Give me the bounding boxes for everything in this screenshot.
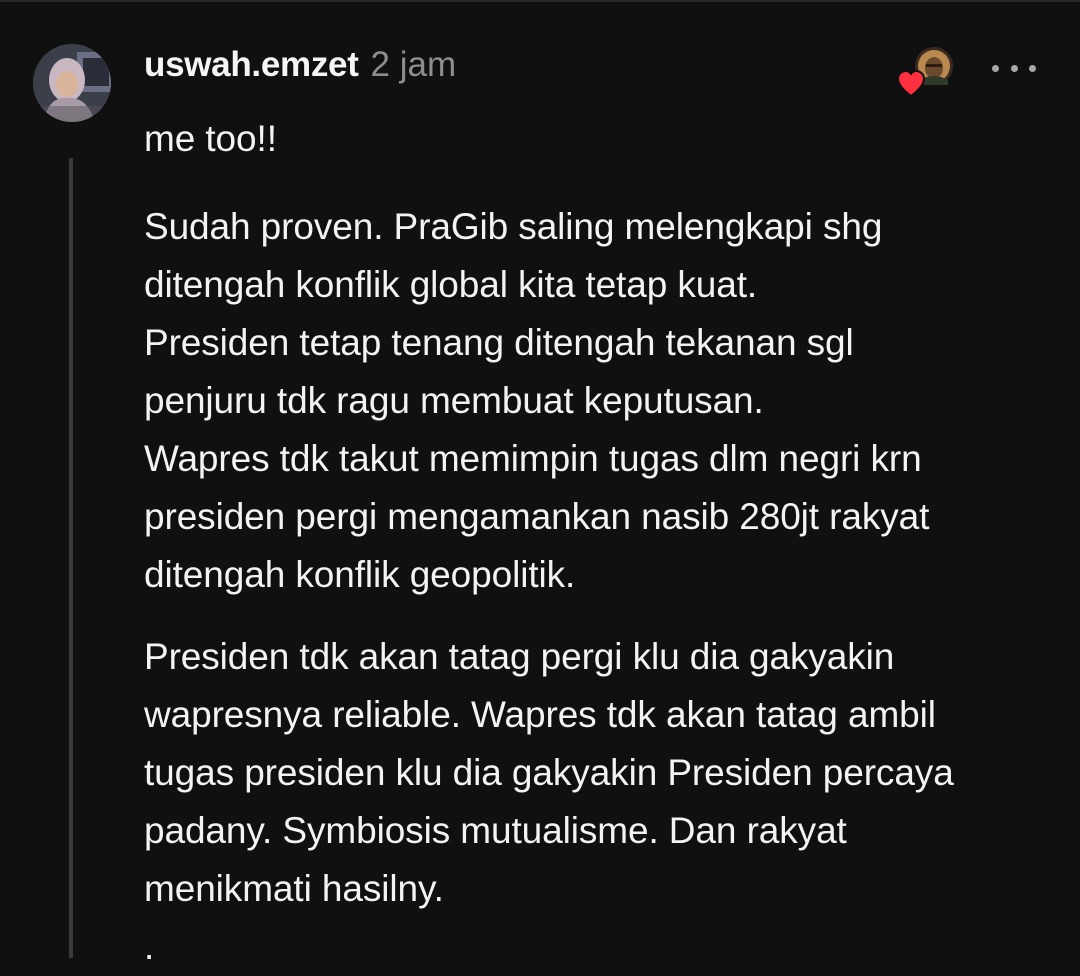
more-options-button[interactable] xyxy=(992,50,1036,86)
heart-icon xyxy=(896,70,926,98)
more-options-icon-dot xyxy=(992,64,999,72)
liked-by-author[interactable] xyxy=(896,44,956,100)
comment-line: presiden pergi mengamankan nasib 280jt r… xyxy=(144,496,930,537)
comment-header: uswah.emzet 2 jam xyxy=(144,45,456,95)
comment-line: ditengah konflik global kita tetap kuat. xyxy=(144,264,758,305)
more-options-icon-dot xyxy=(1029,64,1036,72)
comment-line: padany. Symbiosis mutualisme. Dan rakyat xyxy=(144,810,847,851)
comment-line: wapresnya reliable. Wapres tdk akan tata… xyxy=(144,694,936,735)
comment-line: me too!! xyxy=(144,118,277,159)
username[interactable]: uswah.emzet xyxy=(144,45,359,85)
thread-line xyxy=(69,158,73,958)
comment-line: Presiden tdk akan tatag pergi klu dia ga… xyxy=(144,636,895,677)
more-options-icon-dot xyxy=(1010,64,1018,72)
comment-line: Presiden tetap tenang ditengah tekanan s… xyxy=(144,322,854,363)
comment-line: penjuru tdk ragu membuat keputusan. xyxy=(144,380,764,421)
comment-line: Wapres tdk takut memimpin tugas dlm negr… xyxy=(144,438,922,479)
comment-line: ditengah konflik geopolitik. xyxy=(144,554,576,595)
comment-body: me too!! Sudah proven. PraGib saling mel… xyxy=(144,110,1064,976)
user-avatar[interactable] xyxy=(33,44,111,122)
comment-line: Sudah proven. PraGib saling melengkapi s… xyxy=(144,206,883,247)
avatar-image xyxy=(33,44,111,122)
comment-line: tugas presiden klu dia gakyakin Presiden… xyxy=(144,752,954,793)
top-divider xyxy=(0,0,1080,2)
comment-line: menikmati hasilny. xyxy=(144,868,444,909)
timestamp: 2 jam xyxy=(370,45,457,84)
comment-line: . xyxy=(144,926,155,967)
